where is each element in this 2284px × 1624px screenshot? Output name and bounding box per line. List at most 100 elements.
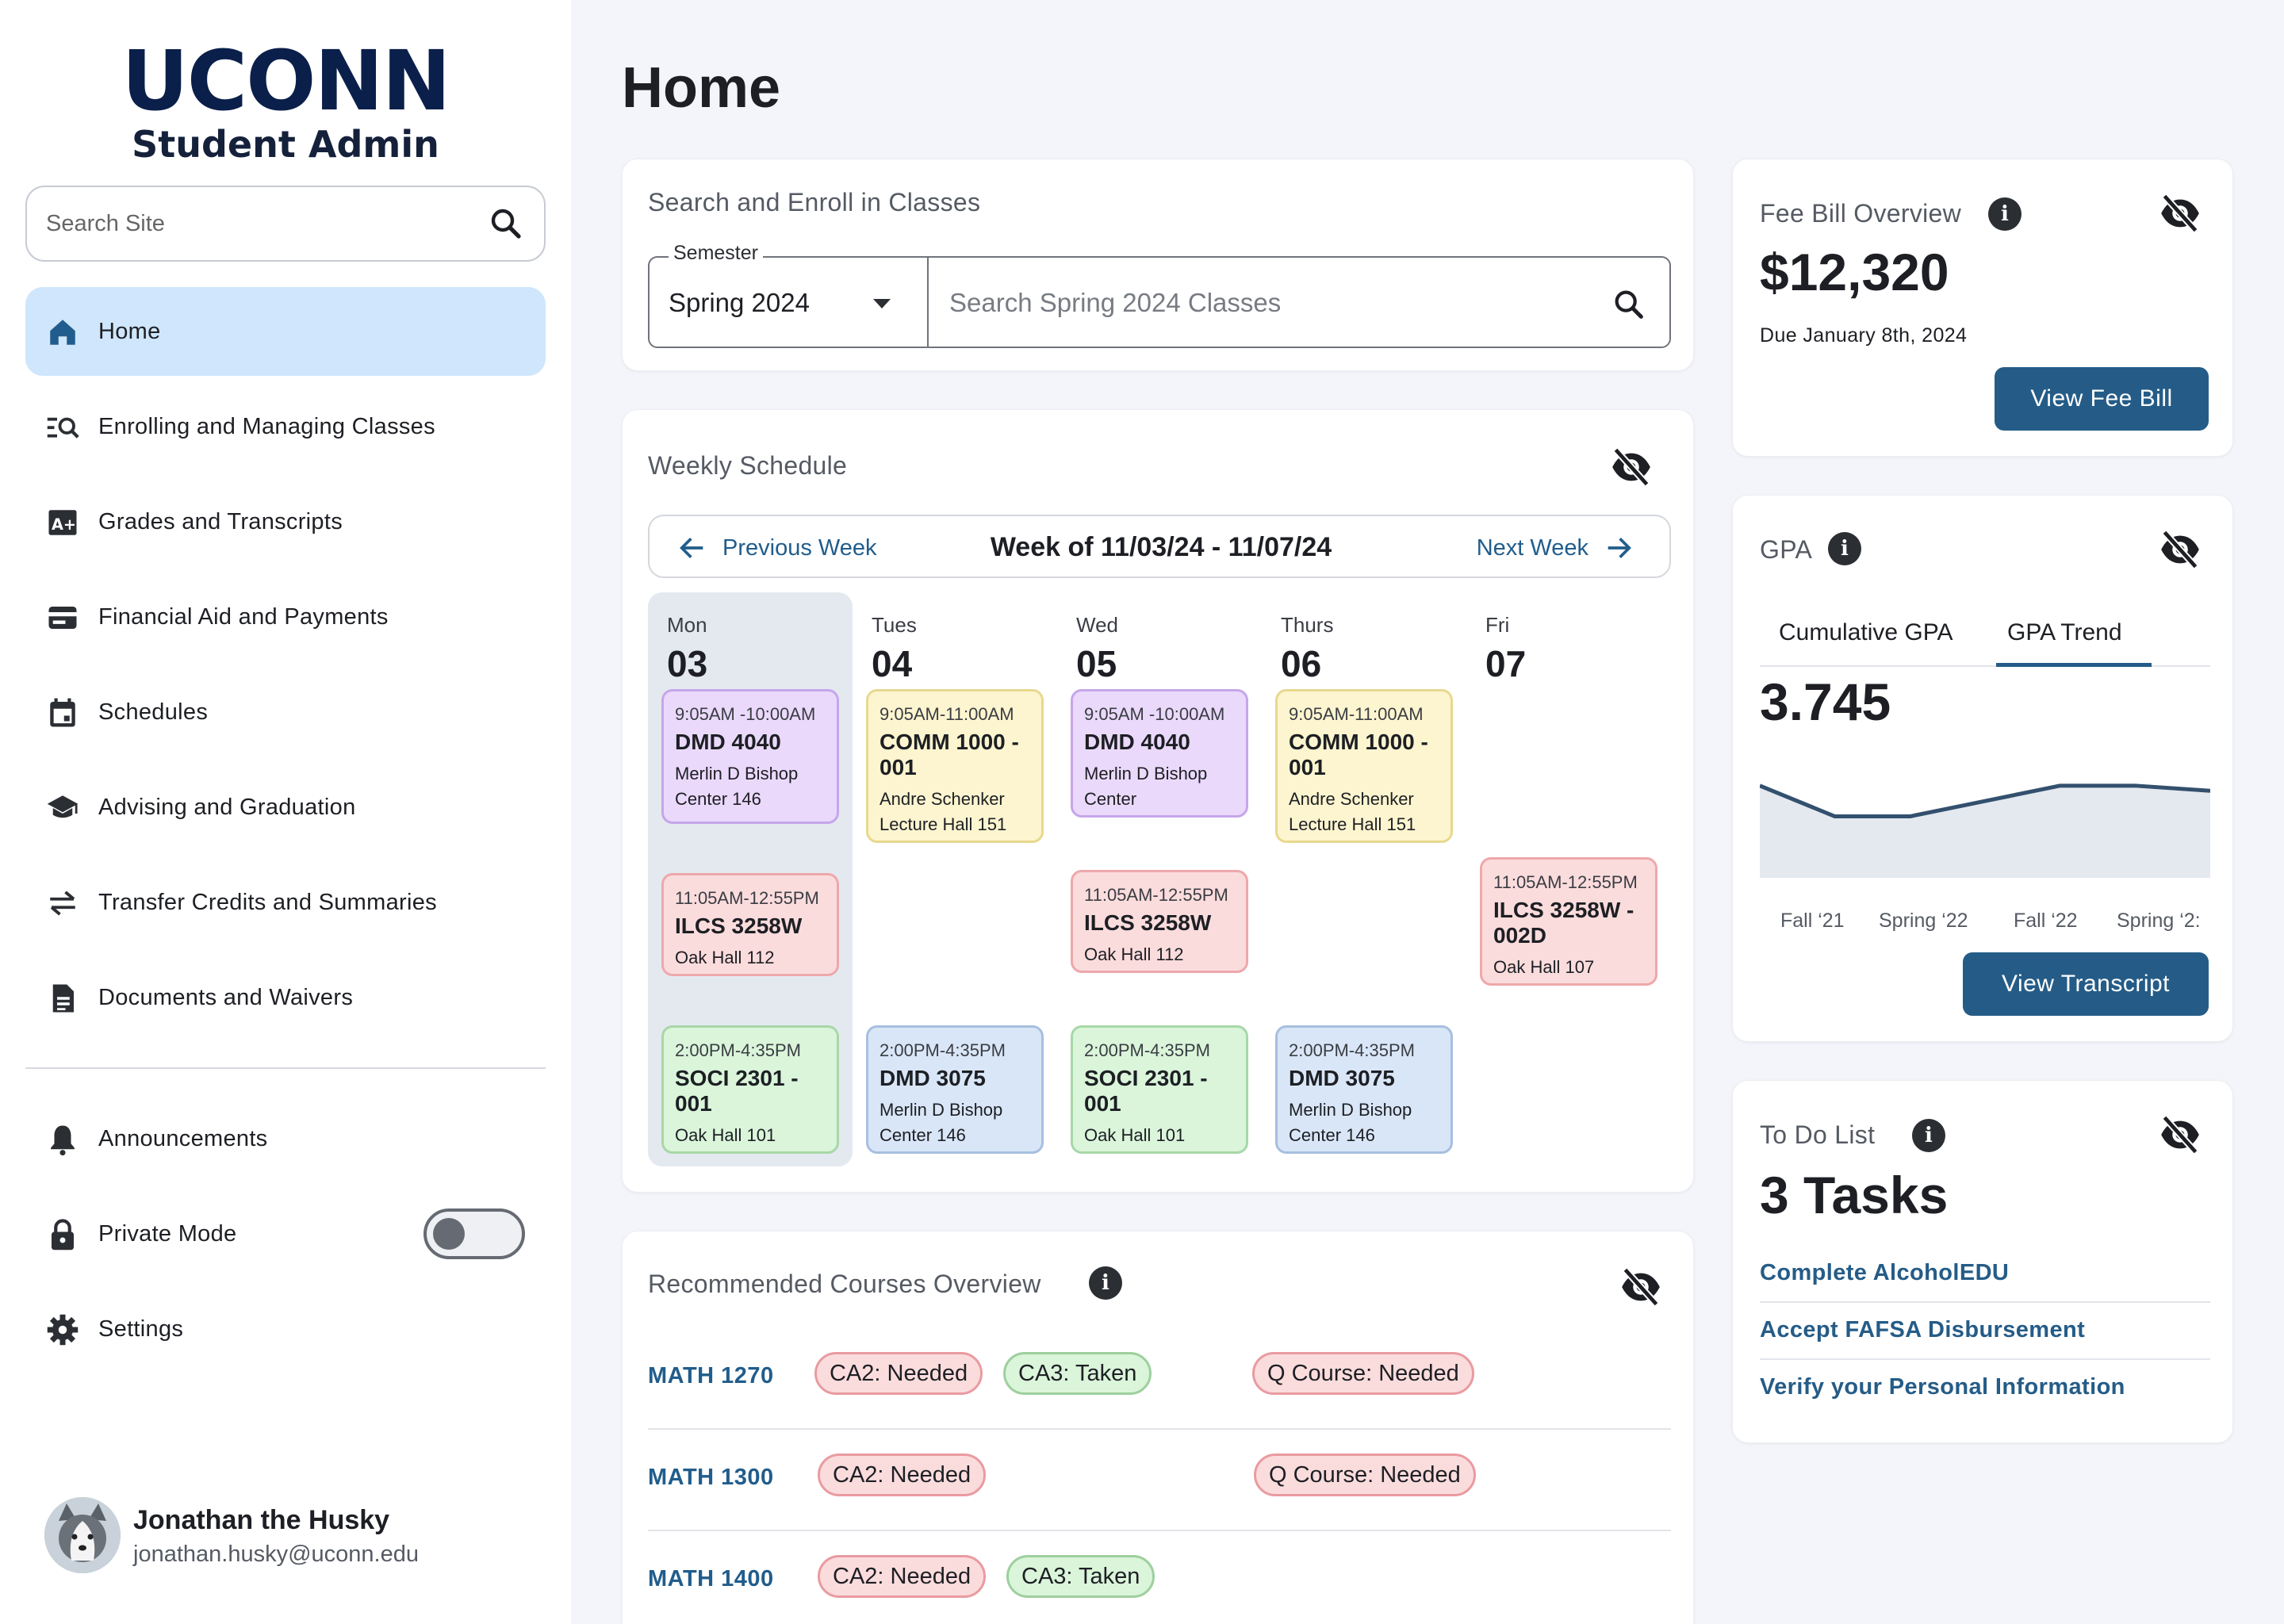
nav-item-home[interactable]: Home (25, 287, 546, 376)
class-time: 2:00PM-4:35PM (879, 1040, 1006, 1060)
gear-icon (47, 1314, 79, 1346)
ca3-pill: CA3: Taken (1003, 1352, 1152, 1395)
day-name: Fri (1485, 613, 1510, 637)
course-code-link[interactable]: MATH 1270 (648, 1363, 774, 1389)
class-course: DMD 3075 (879, 1066, 986, 1090)
class-search-input[interactable]: Search Spring 2024 Classes (929, 258, 1671, 347)
class-block[interactable]: 9:05AM-11:00AM COMM 1000 - 001 Andre Sch… (866, 689, 1044, 843)
ca2-pill: CA2: Needed (818, 1454, 987, 1496)
class-block[interactable]: 9:05AM-11:00AM COMM 1000 - 001 Andre Sch… (1275, 689, 1453, 843)
toggle-knob (433, 1218, 465, 1250)
graduation-cap-icon (47, 795, 79, 818)
recommended-row: MATH 1270 CA2: Needed CA3: Taken Q Cours… (648, 1328, 1671, 1430)
class-location: Merlin D Bishop Center (1084, 764, 1208, 809)
class-course: DMD 4040 (1084, 730, 1190, 754)
nav-item-documents[interactable]: Documents and Waivers (25, 953, 546, 1042)
active-tab-indicator (1996, 663, 2152, 667)
day-header-mon: Mon 03 (667, 613, 707, 685)
search-icon[interactable] (1611, 286, 1647, 323)
day-date: 04 (872, 643, 913, 684)
class-time: 9:05AM -10:00AM (1084, 704, 1225, 724)
info-icon[interactable]: i (1988, 197, 2021, 231)
todo-item-link[interactable]: Verify your Personal Information (1760, 1374, 2210, 1400)
class-course: SOCI 2301 - 001 (1084, 1066, 1208, 1116)
info-icon[interactable]: i (1828, 532, 1861, 565)
nav-label: Transfer Credits and Summaries (98, 889, 437, 915)
class-time: 9:05AM -10:00AM (675, 704, 816, 724)
eye-off-icon[interactable] (1620, 1266, 1661, 1308)
eye-off-icon[interactable] (2159, 1114, 2201, 1155)
info-icon[interactable]: i (1089, 1266, 1122, 1300)
nav-item-announcements[interactable]: Announcements (25, 1094, 546, 1183)
gpa-trend-chart (1760, 783, 2210, 878)
next-week-button[interactable]: Next Week (1477, 532, 1634, 564)
enroll-card: Search and Enroll in Classes Semester Sp… (622, 159, 1694, 371)
uconn-logo[interactable]: UCONN Student Admin (0, 33, 571, 167)
nav-item-advising[interactable]: Advising and Graduation (25, 763, 546, 852)
calendar-icon (50, 698, 75, 727)
class-block[interactable]: 11:05AM-12:55PM ILCS 3258W Oak Hall 112 (1071, 870, 1248, 973)
fee-bill-card: Fee Bill Overview i $12,320 Due January … (1732, 159, 2233, 457)
fee-amount: $12,320 (1760, 243, 1949, 301)
transfer-arrows-icon (50, 891, 75, 916)
eye-off-icon[interactable] (2159, 529, 2201, 570)
class-location: Oak Hall 101 (1084, 1125, 1186, 1145)
info-icon[interactable]: i (1912, 1119, 1945, 1152)
class-block[interactable]: 2:00PM-4:35PM SOCI 2301 - 001 Oak Hall 1… (1071, 1025, 1248, 1154)
sidebar: UCONN Student Admin Search Site Home Enr… (0, 0, 571, 1624)
class-course: ILCS 3258W (1084, 910, 1212, 935)
class-search-bar: Semester Spring 2024 Search Spring 2024 … (648, 242, 1671, 348)
class-block[interactable]: 9:05AM -10:00AM DMD 4040 Merlin D Bishop… (661, 689, 839, 824)
arrow-right-icon (1608, 538, 1631, 558)
class-block[interactable]: 9:05AM -10:00AM DMD 4040 Merlin D Bishop… (1071, 689, 1248, 818)
nav-item-transfer[interactable]: Transfer Credits and Summaries (25, 858, 546, 947)
nav-item-financial[interactable]: Financial Aid and Payments (25, 573, 546, 661)
view-fee-bill-button[interactable]: View Fee Bill (1995, 367, 2209, 431)
class-block[interactable]: 11:05AM-12:55PM ILCS 3258W Oak Hall 112 (661, 873, 839, 976)
course-code-link[interactable]: MATH 1400 (648, 1566, 774, 1592)
main-nav: Home Enrolling and Managing Classes A+ G… (25, 287, 546, 1048)
day-date: 07 (1485, 643, 1527, 684)
todo-item-link[interactable]: Complete AlcoholEDU (1760, 1260, 2210, 1286)
class-time: 11:05AM-12:55PM (1084, 885, 1228, 905)
class-block[interactable]: 2:00PM-4:35PM DMD 3075 Merlin D Bishop C… (866, 1025, 1044, 1154)
class-block[interactable]: 2:00PM-4:35PM SOCI 2301 - 001 Oak Hall 1… (661, 1025, 839, 1154)
class-course: DMD 4040 (675, 730, 781, 754)
user-profile[interactable]: Jonathan the Husky jonathan.husky@uconn.… (44, 1497, 552, 1576)
ca3-pill: CA3: Taken (1006, 1555, 1155, 1598)
eye-off-icon[interactable] (2159, 193, 2201, 234)
nav-item-grades[interactable]: A+ Grades and Transcripts (25, 477, 546, 566)
eye-off-icon[interactable] (1611, 446, 1652, 488)
card-title: To Do List (1760, 1120, 1876, 1149)
semester-select[interactable]: Spring 2024 (650, 258, 927, 347)
class-block[interactable]: 2:00PM-4:35PM DMD 3075 Merlin D Bishop C… (1275, 1025, 1453, 1154)
class-time: 11:05AM-12:55PM (1493, 872, 1638, 892)
nav-item-enrolling[interactable]: Enrolling and Managing Classes (25, 382, 546, 471)
class-location: Merlin D Bishop Center 146 (675, 764, 799, 809)
tab-gpa-trend[interactable]: GPA Trend (2007, 619, 2122, 646)
secondary-nav: Announcements Private Mode Settings (25, 1094, 546, 1380)
weekly-schedule-card: Weekly Schedule Previous Week Week of 11… (622, 409, 1694, 1193)
nav-item-settings[interactable]: Settings (25, 1285, 546, 1373)
class-time: 11:05AM-12:55PM (675, 888, 819, 908)
site-search-input[interactable]: Search Site (25, 186, 546, 262)
logo-mark: UCONN (121, 33, 450, 129)
class-location: Oak Hall 107 (1493, 957, 1595, 977)
private-mode-toggle[interactable] (423, 1208, 525, 1259)
task-count: 3 Tasks (1760, 1166, 1949, 1224)
view-transcript-button[interactable]: View Transcript (1963, 952, 2209, 1016)
tab-cumulative-gpa[interactable]: Cumulative GPA (1779, 619, 1953, 646)
course-code-link[interactable]: MATH 1300 (648, 1465, 774, 1491)
home-icon (50, 320, 75, 345)
day-date: 03 (667, 643, 708, 684)
day-name: Thurs (1281, 613, 1334, 637)
gpa-value: 3.745 (1760, 672, 1891, 731)
nav-label: Advising and Graduation (98, 794, 356, 820)
class-block[interactable]: 11:05AM-12:55PM ILCS 3258W - 002D Oak Ha… (1480, 857, 1657, 986)
class-location: Andre Schenker Lecture Hall 151 (879, 789, 1007, 834)
todo-divider (1760, 1358, 2210, 1360)
todo-item-link[interactable]: Accept FAFSA Disbursement (1760, 1317, 2210, 1343)
search-icon[interactable] (487, 205, 525, 243)
day-date: 05 (1076, 643, 1117, 684)
nav-item-schedules[interactable]: Schedules (25, 668, 546, 756)
